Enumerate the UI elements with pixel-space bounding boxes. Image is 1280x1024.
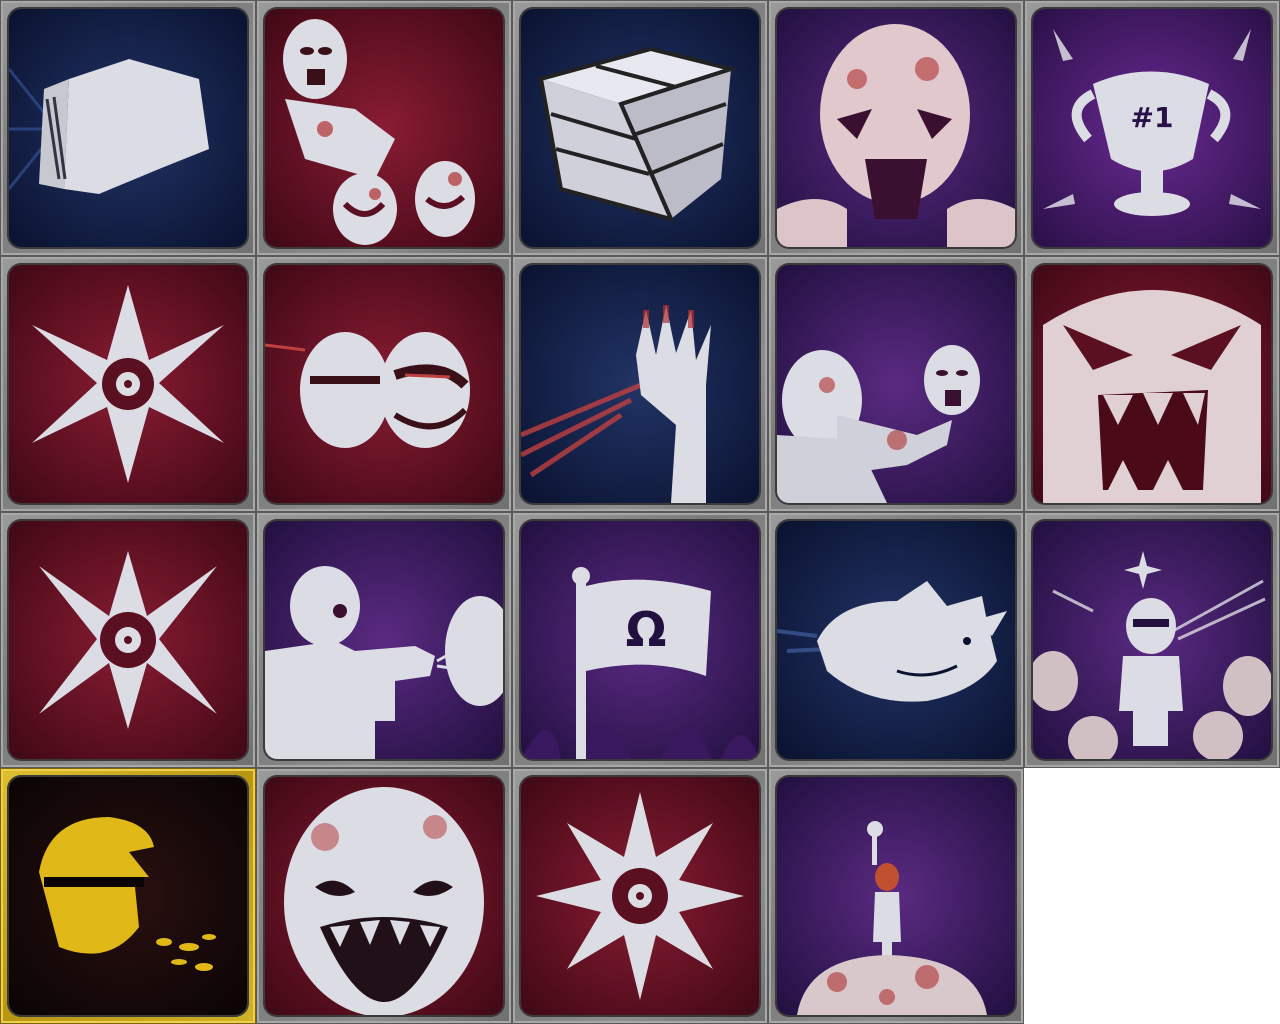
tile-severed-hand[interactable]: [512, 256, 768, 512]
hero-spotlight-icon: [1033, 521, 1271, 759]
eight-point-star-icon: [521, 777, 759, 1015]
tile-victory-pile[interactable]: [768, 768, 1024, 1024]
angry-demon-face-icon: [1033, 265, 1271, 503]
severed-hand-icon: [521, 265, 759, 503]
svg-text:Ω: Ω: [626, 602, 667, 658]
tile-brick-cube[interactable]: [512, 0, 768, 256]
tile-angry-demon[interactable]: [1024, 256, 1280, 512]
tile-hero-spotlight[interactable]: [1024, 512, 1280, 768]
tile-punch-fist[interactable]: [0, 0, 256, 256]
flying-rhino-icon: [777, 521, 1015, 759]
zombie-punch-icon: [777, 265, 1015, 503]
gold-vomit-head-icon: [9, 777, 247, 1015]
tile-zombie-punch[interactable]: [768, 256, 1024, 512]
victory-pile-icon: [777, 777, 1015, 1015]
grinning-ghoul-icon: [265, 777, 503, 1015]
trophy-number-one-icon: #1: [1033, 9, 1271, 247]
tile-shooter[interactable]: [256, 512, 512, 768]
tile-headshot[interactable]: [256, 256, 512, 512]
tile-throwing-star[interactable]: [0, 256, 256, 512]
svg-text:#1: #1: [1131, 101, 1174, 134]
tile-omega-flag[interactable]: Ω: [512, 512, 768, 768]
tile-trophy[interactable]: #1: [1024, 0, 1280, 256]
punch-fist-icon: [9, 9, 247, 247]
achievement-icon-grid: #1 Ω: [0, 0, 1280, 1024]
throwing-star-alt-icon: [9, 521, 247, 759]
headshot-heads-icon: [265, 265, 503, 503]
tile-throwing-star-alt[interactable]: [0, 512, 256, 768]
tile-flying-rhino[interactable]: [768, 512, 1024, 768]
tile-gold-vomit-head[interactable]: [0, 768, 256, 1024]
tile-grinning-ghoul[interactable]: [256, 768, 512, 1024]
tile-eight-point-star[interactable]: [512, 768, 768, 1024]
throwing-star-icon: [9, 265, 247, 503]
zombie-horde-icon: [265, 9, 503, 247]
tile-zombie-horde[interactable]: [256, 0, 512, 256]
brick-cube-icon: [521, 9, 759, 247]
screaming-zombie-icon: [777, 9, 1015, 247]
tile-screaming-zombie[interactable]: [768, 0, 1024, 256]
omega-flag-icon: Ω: [521, 521, 759, 759]
shooter-gun-icon: [265, 521, 503, 759]
